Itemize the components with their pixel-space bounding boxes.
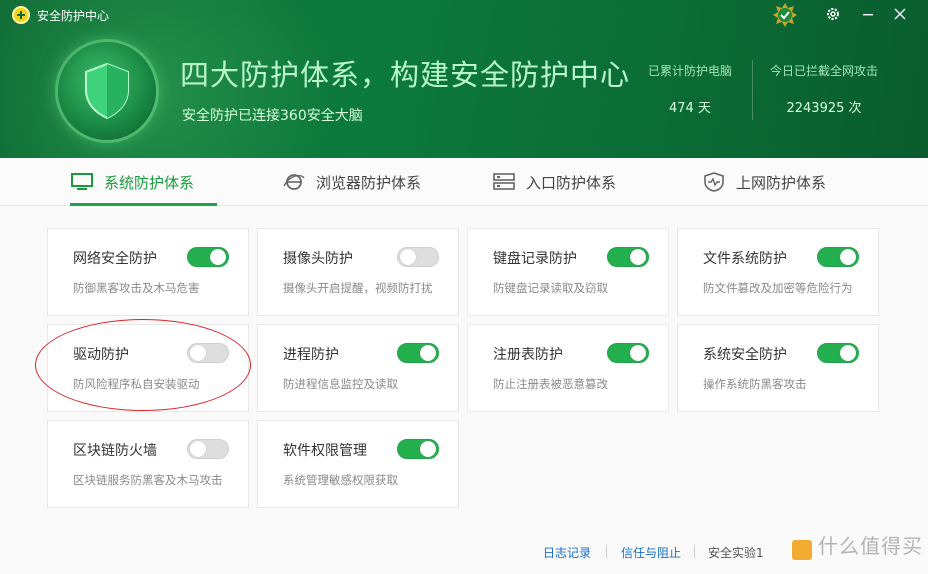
card-title: 摄像头防护 (283, 251, 353, 267)
card-title: 注册表防护 (493, 347, 563, 363)
stat-label: 已累计防护电脑 (647, 64, 732, 78)
browser-icon (283, 174, 305, 190)
footer-separator (694, 545, 695, 558)
card-title: 进程防护 (283, 347, 339, 363)
watermark-text: 什么值得买 (818, 534, 923, 558)
card-description: 系统管理敏感权限获取 (283, 473, 398, 487)
card-keyboard-logging: 键盘记录防护 防键盘记录读取及窃取 (467, 228, 669, 316)
process-toggle[interactable] (397, 343, 439, 363)
tab-system-protection[interactable]: 系统防护体系 (70, 158, 217, 206)
toggle-knob (630, 249, 646, 265)
stat-label: 今日已拦截全网攻击 (769, 64, 878, 78)
card-registry: 注册表防护 防止注册表被恶意篡改 (467, 324, 669, 412)
card-title: 区块链防火墙 (73, 443, 157, 459)
annotation-ellipse (35, 319, 251, 411)
card-process: 进程防护 防进程信息监控及读取 (257, 324, 459, 412)
toggle-knob (420, 441, 436, 457)
tab-entry-protection[interactable]: 入口防护体系 (492, 158, 616, 206)
card-title: 键盘记录防护 (493, 251, 577, 267)
file-system-toggle[interactable] (817, 247, 859, 267)
blocked-attacks-stat: 今日已拦截全网攻击 2243925 次 (764, 62, 884, 116)
tab-internet-protection[interactable]: 上网防护体系 (702, 158, 826, 206)
card-description: 防止注册表被恶意篡改 (493, 377, 608, 391)
card-file-system: 文件系统防护 防文件篡改及加密等危险行为 (677, 228, 879, 316)
toggle-knob (840, 345, 856, 361)
military-badge-icon[interactable] (772, 2, 798, 28)
watermark-logo-icon (792, 540, 812, 560)
keyboard-logging-toggle[interactable] (607, 247, 649, 267)
tab-browser-protection[interactable]: 浏览器防护体系 (282, 158, 421, 206)
server-icon (493, 173, 515, 190)
stat-value: 474 天 (669, 101, 711, 116)
shield-pulse-icon (704, 172, 724, 192)
toggle-knob (840, 249, 856, 265)
card-network-security: 网络安全防护 防御黑客攻击及木马危害 (47, 228, 249, 316)
page-headline: 四大防护体系，构建安全防护中心 (180, 58, 631, 92)
shield-orb-icon (58, 42, 156, 140)
title-bar: 安全防护中心 (0, 0, 928, 30)
toggle-knob (210, 249, 226, 265)
card-description: 操作系统防黑客攻击 (703, 377, 807, 391)
stat-divider (752, 60, 753, 120)
card-title: 软件权限管理 (283, 443, 367, 459)
window-title: 安全防护中心 (37, 9, 110, 23)
card-description: 防键盘记录读取及窃取 (493, 281, 608, 295)
card-description: 摄像头开启提醒，视频防打扰 (283, 281, 433, 295)
trust-block-link[interactable]: 信任与阻止 (621, 544, 681, 561)
card-title: 网络安全防护 (73, 251, 157, 267)
header-banner: 安全防护中心 四大防护体系，构建安全防护中心 安全防护已连接360安全大脑 已累… (0, 0, 928, 158)
card-software-permission: 软件权限管理 系统管理敏感权限获取 (257, 420, 459, 508)
monitor-icon (71, 173, 93, 190)
card-description: 防进程信息监控及读取 (283, 377, 398, 391)
footer-separator (606, 545, 607, 558)
stat-value: 2243925 次 (786, 101, 862, 116)
tab-label: 浏览器防护体系 (316, 173, 422, 192)
toggle-knob (190, 441, 206, 457)
tab-label: 上网防护体系 (736, 173, 827, 192)
card-description: 防文件篡改及加密等危险行为 (703, 281, 853, 295)
close-button[interactable] (888, 3, 912, 25)
toggle-knob (420, 345, 436, 361)
card-blockchain-firewall: 区块链防火墙 区块链服务防黑客及木马攻击 (47, 420, 249, 508)
card-title: 系统安全防护 (703, 347, 787, 363)
system-security-toggle[interactable] (817, 343, 859, 363)
card-system-security: 系统安全防护 操作系统防黑客攻击 (677, 324, 879, 412)
security-lab-link[interactable]: 安全实验1 (708, 544, 764, 561)
settings-gear-icon[interactable] (821, 3, 845, 25)
log-record-link[interactable]: 日志记录 (543, 544, 591, 561)
tab-label: 系统防护体系 (104, 173, 195, 192)
card-title: 文件系统防护 (703, 251, 787, 267)
toggle-knob (630, 345, 646, 361)
protection-tabs: 系统防护体系 浏览器防护体系 入口防护体系 上网防护体系 (0, 158, 928, 206)
app-logo-icon (12, 6, 30, 24)
card-description: 区块链服务防黑客及木马攻击 (73, 473, 223, 487)
network-security-toggle[interactable] (187, 247, 229, 267)
software-permission-toggle[interactable] (397, 439, 439, 459)
protection-days-stat: 已累计防护电脑 474 天 (640, 62, 740, 116)
camera-toggle[interactable] (397, 247, 439, 267)
blockchain-firewall-toggle[interactable] (187, 439, 229, 459)
brain-connection-status: 安全防护已连接360安全大脑 (182, 108, 363, 124)
tab-label: 入口防护体系 (526, 173, 617, 192)
card-description: 防御黑客攻击及木马危害 (73, 281, 200, 295)
registry-toggle[interactable] (607, 343, 649, 363)
toggle-knob (400, 249, 416, 265)
minimize-button[interactable] (856, 3, 880, 25)
card-camera: 摄像头防护 摄像头开启提醒，视频防打扰 (257, 228, 459, 316)
